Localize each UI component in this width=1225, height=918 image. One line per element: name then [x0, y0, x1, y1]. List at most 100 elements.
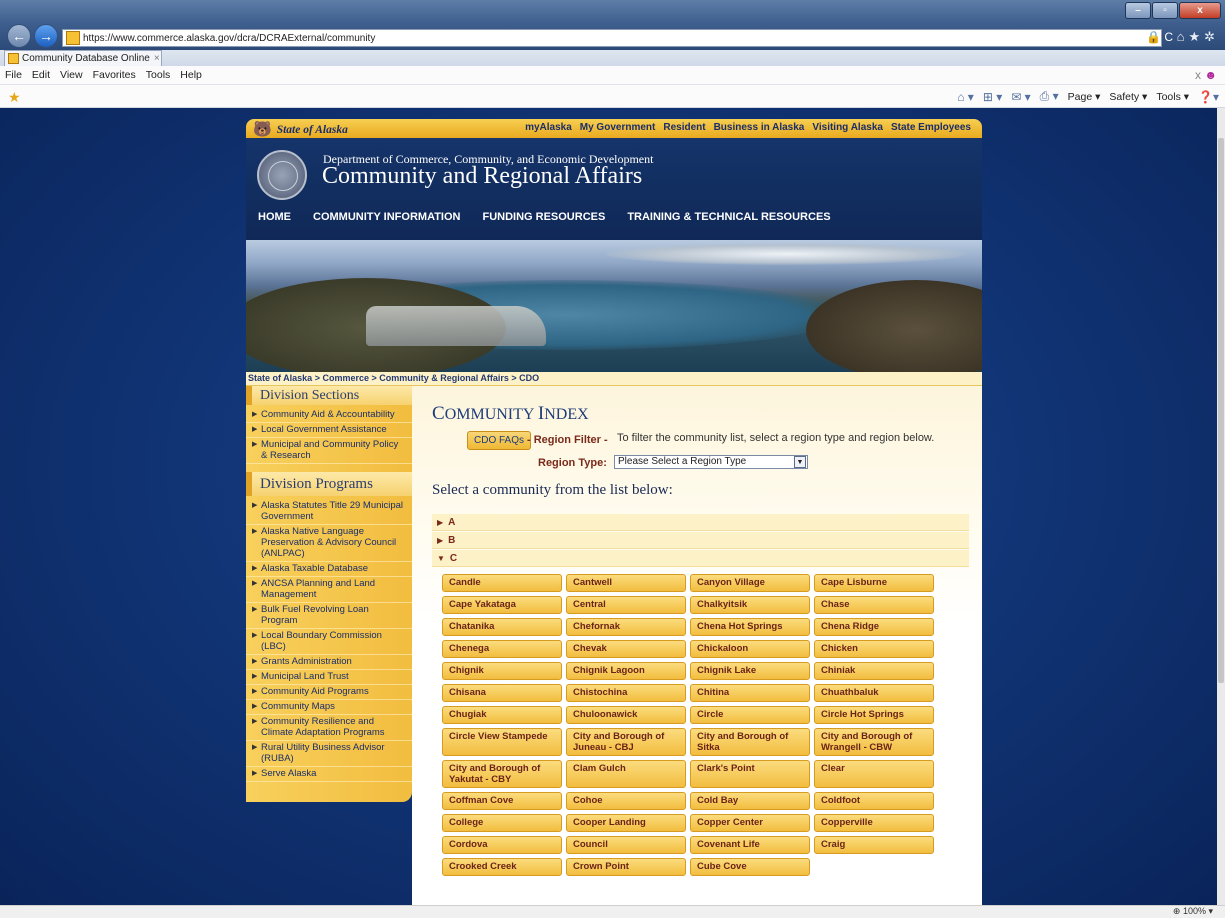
sidebar-item[interactable]: ▶ Community Aid Programs	[246, 685, 412, 700]
community-button[interactable]: City and Borough of Yakutat - CBY	[442, 760, 562, 788]
community-button[interactable]: City and Borough of Wrangell - CBW	[814, 728, 934, 756]
community-button[interactable]: Cold Bay	[690, 792, 810, 810]
sidebar-item[interactable]: ▶ Alaska Native Language Preservation & A…	[246, 525, 412, 562]
community-button[interactable]: Circle	[690, 706, 810, 724]
menu-edit[interactable]: Edit	[32, 69, 50, 81]
community-button[interactable]: Chevak	[566, 640, 686, 658]
sidebar-item[interactable]: ▶ Alaska Taxable Database	[246, 562, 412, 577]
community-button[interactable]: Cube Cove	[690, 858, 810, 876]
community-button[interactable]: Chisana	[442, 684, 562, 702]
community-button[interactable]: City and Borough of Juneau - CBJ	[566, 728, 686, 756]
community-button[interactable]: Chicken	[814, 640, 934, 658]
community-button[interactable]: Clear	[814, 760, 934, 788]
sidebar-item[interactable]: ▶ Bulk Fuel Revolving Loan Program	[246, 603, 412, 629]
tab-close-icon[interactable]: ×	[154, 53, 160, 64]
print-icon[interactable]: ⎙ ▾	[1040, 89, 1059, 104]
sidebar-item[interactable]: ▶ Serve Alaska	[246, 767, 412, 782]
community-button[interactable]: Chignik	[442, 662, 562, 680]
community-button[interactable]: Chena Ridge	[814, 618, 934, 636]
community-button[interactable]: Chalkyitsik	[690, 596, 810, 614]
tools-menu[interactable]: Tools ▾	[1156, 91, 1189, 103]
division-title[interactable]: Community and Regional Affairs	[322, 163, 642, 190]
community-button[interactable]: Chatanika	[442, 618, 562, 636]
address-tools[interactable]: ρ ▾ 🔒 C	[1127, 30, 1173, 44]
link-business[interactable]: Business in Alaska	[714, 122, 805, 133]
minimize-button[interactable]: –	[1125, 2, 1151, 19]
cdo-faqs-button[interactable]: CDO FAQs	[467, 431, 532, 450]
community-button[interactable]: Chickaloon	[690, 640, 810, 658]
breadcrumb[interactable]: State of Alaska > Commerce > Community &…	[246, 372, 982, 386]
home-icon[interactable]: ⌂ ▾	[957, 90, 974, 104]
vertical-scrollbar[interactable]	[1217, 108, 1225, 905]
sidebar-item[interactable]: ▶ Grants Administration	[246, 655, 412, 670]
community-button[interactable]: Coldfoot	[814, 792, 934, 810]
menu-file[interactable]: File	[5, 69, 22, 81]
community-button[interactable]: Chignik Lake	[690, 662, 810, 680]
chevron-down-icon[interactable]: ▼	[794, 456, 806, 468]
home-icon[interactable]: ⌂	[1177, 29, 1189, 44]
community-button[interactable]: Chefornak	[566, 618, 686, 636]
community-button[interactable]: Copperville	[814, 814, 934, 832]
community-button[interactable]: Chugiak	[442, 706, 562, 724]
nav-funding-resources[interactable]: FUNDING RESOURCES	[482, 211, 605, 223]
address-bar[interactable]: https://www.commerce.alaska.gov/dcra/DCR…	[62, 29, 1162, 47]
sidebar-item[interactable]: ▶ Community Aid & Accountability	[246, 408, 412, 423]
community-button[interactable]: College	[442, 814, 562, 832]
sidebar-item[interactable]: ▶ Municipal Land Trust	[246, 670, 412, 685]
scroll-thumb[interactable]	[1218, 138, 1224, 683]
region-type-select[interactable]: Please Select a Region Type ▼	[614, 455, 808, 469]
community-button[interactable]: Crooked Creek	[442, 858, 562, 876]
community-button[interactable]: Cooper Landing	[566, 814, 686, 832]
community-button[interactable]: Cordova	[442, 836, 562, 854]
menu-view[interactable]: View	[60, 69, 83, 81]
help-icon[interactable]: ❓▾	[1198, 90, 1219, 104]
community-button[interactable]: Coffman Cove	[442, 792, 562, 810]
community-button[interactable]: City and Borough of Sitka	[690, 728, 810, 756]
community-button[interactable]: Candle	[442, 574, 562, 592]
community-button[interactable]: Clark's Point	[690, 760, 810, 788]
mail-icon[interactable]: ✉ ▾	[1011, 90, 1030, 104]
community-button[interactable]: Craig	[814, 836, 934, 854]
community-button[interactable]: Cohoe	[566, 792, 686, 810]
nav-home[interactable]: HOME	[258, 211, 291, 223]
link-state-employees[interactable]: State Employees	[891, 122, 971, 133]
community-button[interactable]: Central	[566, 596, 686, 614]
link-resident[interactable]: Resident	[663, 122, 705, 133]
community-button[interactable]: Circle View Stampede	[442, 728, 562, 756]
sidebar-item[interactable]: ▶ ANCSA Planning and Land Management	[246, 577, 412, 603]
zoom-level[interactable]: ⊕ 100% ▾	[1173, 906, 1213, 917]
feedback-icon[interactable]: ☻	[1204, 68, 1217, 82]
community-button[interactable]: Circle Hot Springs	[814, 706, 934, 724]
star-icon[interactable]: ★	[1188, 29, 1204, 44]
link-visiting[interactable]: Visiting Alaska	[812, 122, 883, 133]
menu-favorites[interactable]: Favorites	[93, 69, 136, 81]
gear-icon[interactable]: ✲	[1204, 29, 1219, 44]
accordion-letter-c[interactable]: ▼ C	[432, 550, 969, 567]
link-myalaska[interactable]: myAlaska	[525, 122, 572, 133]
community-button[interactable]: Canyon Village	[690, 574, 810, 592]
community-button[interactable]: Covenant Life	[690, 836, 810, 854]
accordion-letter-b[interactable]: ▶ B	[432, 532, 969, 549]
feeds-icon[interactable]: ⊞ ▾	[983, 90, 1002, 104]
community-button[interactable]: Chiniak	[814, 662, 934, 680]
nav-training[interactable]: TRAINING & TECHNICAL RESOURCES	[627, 211, 830, 223]
sidebar-item[interactable]: ▶ Alaska Statutes Title 29 Municipal Gove…	[246, 499, 412, 525]
community-button[interactable]: Chignik Lagoon	[566, 662, 686, 680]
community-button[interactable]: Cape Lisburne	[814, 574, 934, 592]
forward-icon[interactable]: →	[34, 24, 58, 48]
community-button[interactable]: Cantwell	[566, 574, 686, 592]
community-button[interactable]: Clam Gulch	[566, 760, 686, 788]
community-button[interactable]: Copper Center	[690, 814, 810, 832]
community-button[interactable]: Chenega	[442, 640, 562, 658]
community-button[interactable]: Chistochina	[566, 684, 686, 702]
sidebar-item[interactable]: ▶ Municipal and Community Policy & Resear…	[246, 438, 412, 464]
sidebar-item[interactable]: ▶ Community Resilience and Climate Adapta…	[246, 715, 412, 741]
favorites-star-icon[interactable]: ★	[8, 89, 21, 106]
community-button[interactable]: Chuathbaluk	[814, 684, 934, 702]
community-button[interactable]: Cape Yakataga	[442, 596, 562, 614]
community-button[interactable]: Council	[566, 836, 686, 854]
state-seal-icon[interactable]	[257, 150, 307, 200]
community-button[interactable]: Chitina	[690, 684, 810, 702]
browser-tab[interactable]: Community Database Online ×	[4, 50, 162, 66]
maximize-button[interactable]: ▫	[1152, 2, 1178, 19]
